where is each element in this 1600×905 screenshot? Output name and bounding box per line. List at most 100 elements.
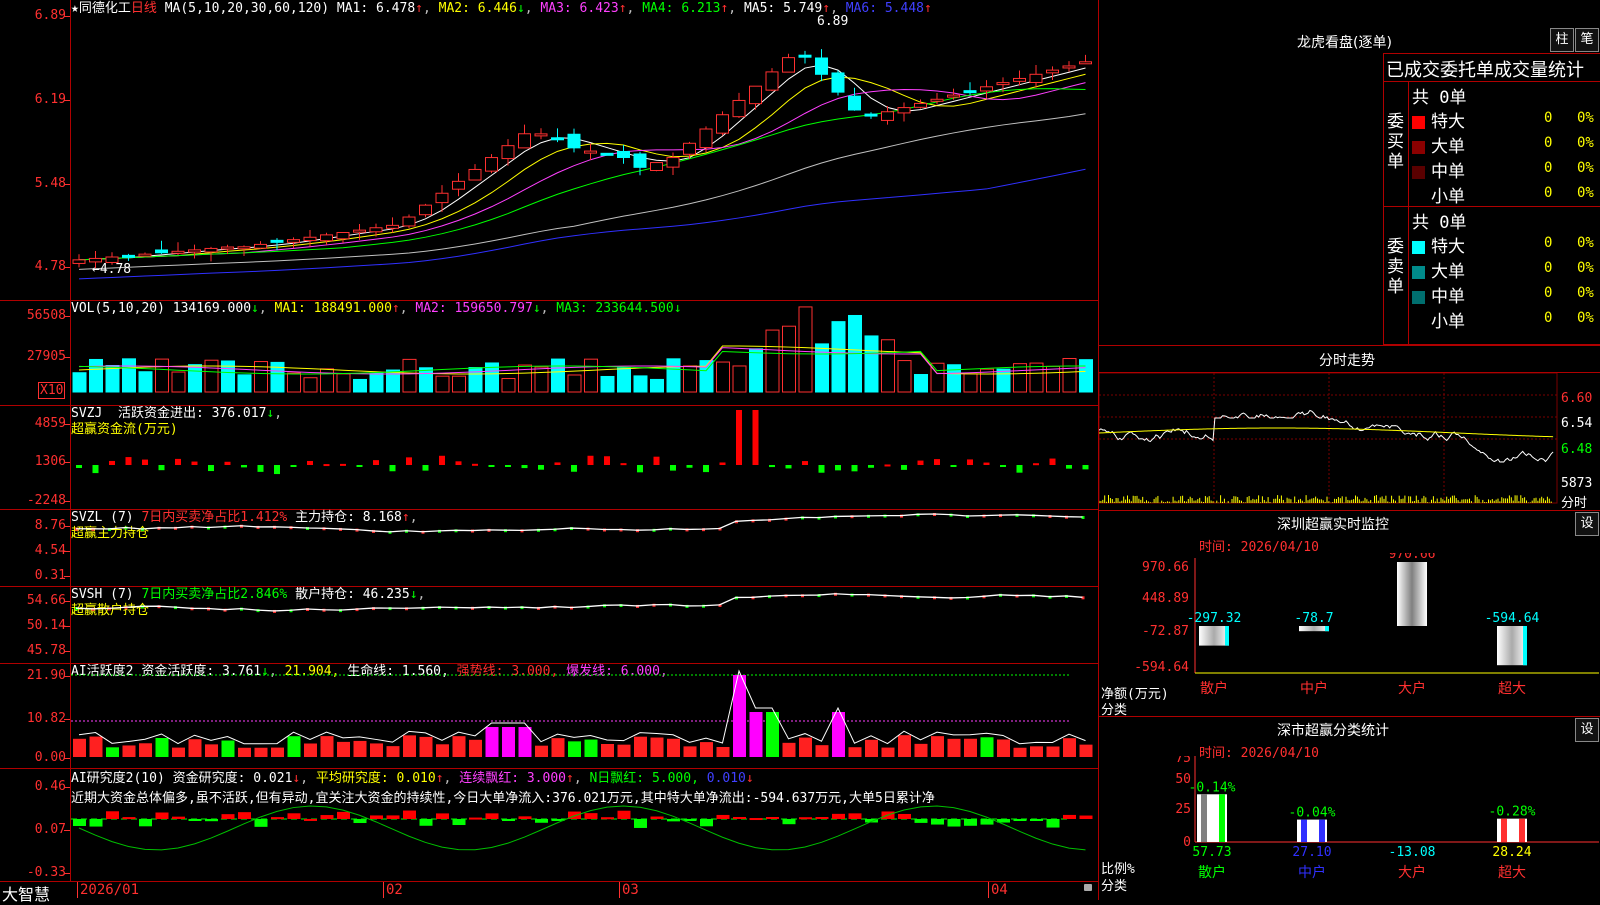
ai-active-panel[interactable]: 21.90 10.82 0.00 AI活跃度2 资金活跃度: 3.761↓, 2…: [0, 663, 1098, 769]
activity-bar: [782, 742, 796, 757]
volume-bar: [947, 364, 961, 393]
buy-total: 共 0单: [1412, 88, 1467, 108]
volume-bar: [1013, 363, 1027, 393]
research-bar: [898, 813, 911, 819]
research-bar: [914, 819, 928, 823]
activity-bar: [617, 744, 631, 757]
low-price-marker: ←4.78: [92, 262, 132, 277]
volume-bar: [881, 339, 895, 393]
monitor-value-label: -297.32: [1187, 611, 1242, 626]
activity-bar: [683, 746, 697, 757]
candle-body: [138, 253, 152, 257]
y-label: 0.31: [34, 568, 66, 583]
research-bar: [799, 817, 812, 820]
candle-body: [815, 57, 828, 75]
candle-body: [1013, 77, 1026, 82]
ma-line-3: [78, 82, 1086, 261]
candle-body: [798, 54, 812, 58]
y-label: 10.82: [26, 711, 66, 726]
research-bar: [469, 817, 482, 820]
order-pct: 0%: [1577, 185, 1594, 201]
color-swatch: [1412, 290, 1425, 304]
research-bar: [749, 818, 763, 821]
stat-bar-stripe: [1201, 794, 1207, 842]
color-swatch: [1412, 165, 1425, 179]
candle-body: [749, 85, 762, 105]
activity-bar: [370, 743, 383, 757]
color-swatch: [1412, 190, 1425, 204]
candlestick-chart[interactable]: [71, 0, 1097, 300]
flow-bar: [1016, 465, 1023, 473]
stat-value-label: 27.10: [1292, 845, 1331, 860]
order-pct: 0%: [1577, 310, 1594, 326]
volume-bar: [155, 358, 169, 393]
research-bar: [766, 816, 779, 819]
svzj-panel[interactable]: 4859 1306 -2248 SVZJ 活跃资金进出: 376.017↓, 超…: [0, 405, 1098, 510]
candle-body: [204, 247, 218, 253]
volume-bar: [72, 372, 87, 393]
svzl-panel[interactable]: 8.76 4.54 0.31 SVZL (7) 7日内买卖净占比1.412% 主…: [0, 509, 1098, 587]
monitor-category-label: 散户: [1200, 680, 1228, 697]
volume-panel[interactable]: 56508 27905 X10 VOL(5,10,20) 134169.000↓…: [0, 300, 1098, 406]
lock-icon[interactable]: [1084, 884, 1092, 891]
order-pct: 0%: [1577, 110, 1594, 126]
activity-bar: [964, 738, 977, 757]
candle-body: [980, 86, 993, 92]
candle-body: [732, 99, 746, 118]
research-bar: [205, 819, 218, 822]
flow-bar: [406, 457, 412, 465]
main-force-chart: [75, 513, 1085, 534]
ai-research-panel[interactable]: 0.46 0.07 -0.33 AI研究度2(10) 资金研究度: 0.021↓…: [0, 768, 1098, 882]
activity-bar: [898, 735, 911, 757]
volume-bar: [749, 348, 763, 393]
volume-bar: [831, 321, 846, 393]
monitor-bar-edge: [1225, 626, 1229, 646]
flow-bar: [505, 465, 511, 467]
activity-bar: [980, 737, 994, 757]
stat-title: 深市超赢分类统计: [1277, 723, 1389, 739]
candle-body: [353, 229, 366, 233]
activity-bar: [667, 738, 680, 757]
activity-bar: [535, 745, 548, 757]
stat-category-label: 散户: [1198, 864, 1226, 881]
minute-trend-chart[interactable]: [1099, 373, 1559, 510]
flow-bar: [1066, 465, 1072, 469]
monitor-y-label: -72.87: [1142, 624, 1189, 639]
pen-mode-button[interactable]: 笔: [1575, 28, 1599, 52]
candle-body: [881, 111, 894, 121]
svsh-panel[interactable]: 54.66 50.14 45.78 SVSH (7) 7日内买卖净占比2.846…: [0, 586, 1098, 664]
activity-bar: [469, 739, 482, 757]
activity-bar: [452, 736, 466, 757]
flow-bar: [1082, 465, 1089, 470]
candle-body: [336, 232, 350, 240]
color-swatch: [1412, 115, 1425, 129]
order-count: 0: [1544, 110, 1553, 126]
flow-bar: [521, 465, 528, 469]
activity-bar: [254, 747, 268, 757]
candle-body: [287, 239, 300, 243]
volume-bar: [204, 359, 219, 393]
stat-bar-stripe: [1301, 819, 1307, 842]
volume-bar: [815, 343, 829, 393]
lhb-title: 龙虎看盘(逐单): [1297, 35, 1392, 51]
research-bar: [436, 813, 449, 819]
activity-chart: [71, 669, 1093, 757]
candle-body: [600, 152, 614, 156]
activity-bar: [271, 747, 284, 757]
flow-bar: [241, 465, 247, 468]
stat-settings-button[interactable]: 设: [1575, 718, 1599, 742]
y-label: 0.07: [34, 822, 66, 837]
research-bar: [337, 811, 350, 819]
flow-bar: [158, 465, 165, 471]
research-bar: [1013, 819, 1027, 821]
order-count: 0: [1544, 285, 1553, 301]
flow-bar: [1000, 465, 1006, 467]
candle-body: [666, 157, 680, 168]
column-mode-button[interactable]: 柱: [1550, 28, 1574, 52]
monitor-settings-button[interactable]: 设: [1575, 512, 1599, 536]
kline-panel[interactable]: 6.89 6.19 5.48 4.78 ★同德化工日线 MA(5,10,20,3…: [0, 0, 1098, 301]
y-label: 0.00: [34, 750, 66, 765]
activity-bar: [1079, 744, 1093, 757]
sell-total: 共 0单: [1412, 213, 1467, 233]
research-bar: [419, 819, 433, 826]
